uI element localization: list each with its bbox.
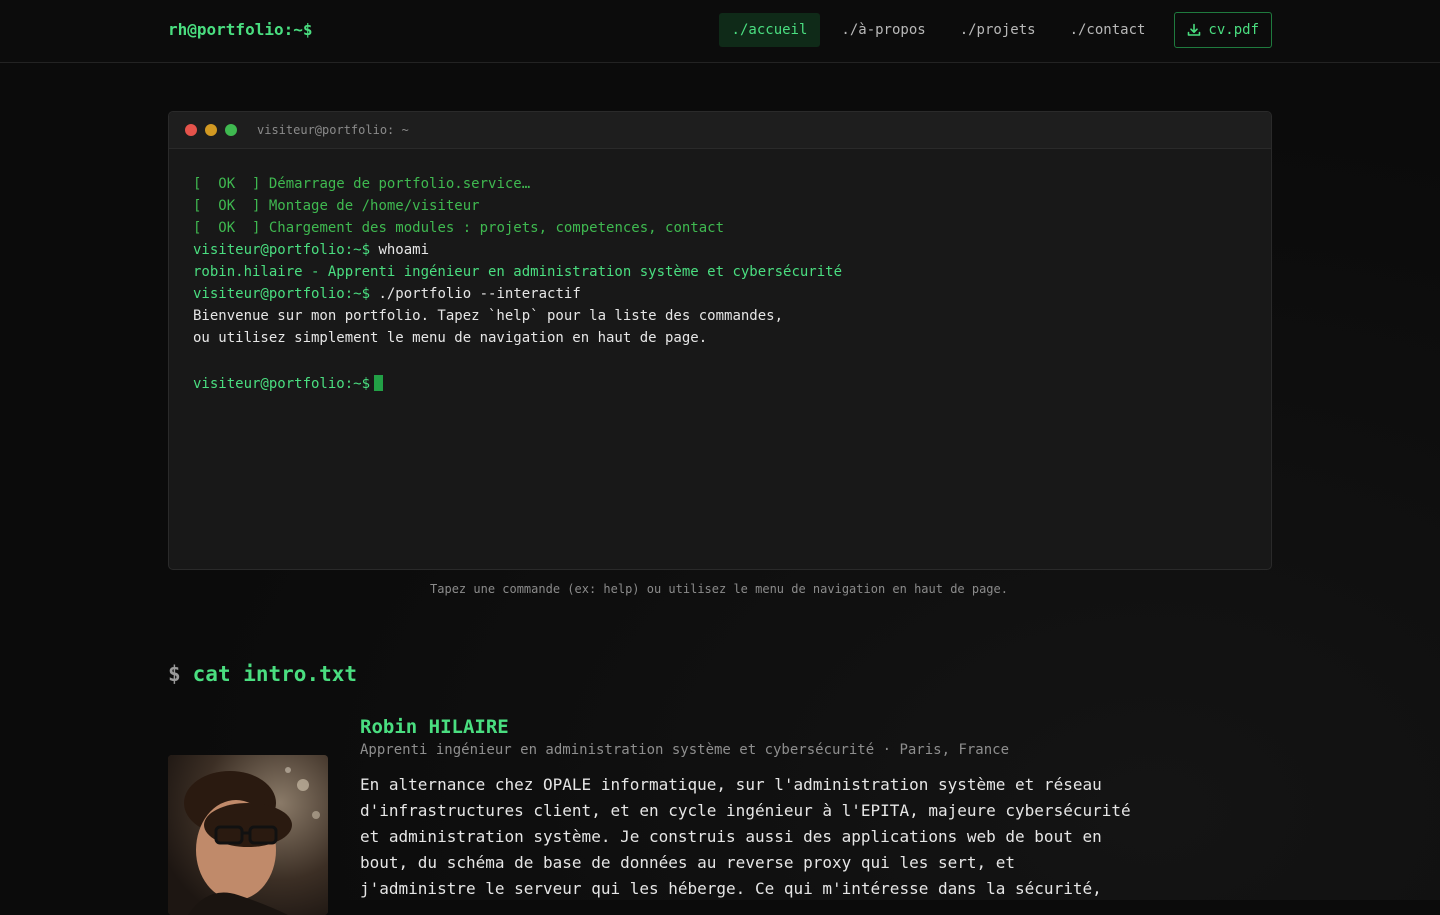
cv-download-button[interactable]: cv.pdf xyxy=(1174,12,1272,48)
nav-item-accueil[interactable]: ./accueil xyxy=(718,13,821,47)
maximize-window-dot[interactable] xyxy=(225,124,237,136)
bio-line: bout, du schéma de base de données au re… xyxy=(360,853,1016,872)
command-output: robin.hilaire - Apprenti ingénieur en ad… xyxy=(193,264,843,280)
cv-download-label: cv.pdf xyxy=(1208,22,1259,38)
command-line: visiteur@portfolio:~$ whoami xyxy=(193,239,1247,261)
bio-line: d'infrastructures client, et en cycle in… xyxy=(360,801,1131,820)
shell-prompt: visiteur@portfolio:~$ xyxy=(193,242,371,258)
prompt-symbol: $ xyxy=(168,662,181,686)
profile-bio: En alternance chez OPALE informatique, s… xyxy=(360,772,1140,902)
profile-subtitle: Apprenti ingénieur en administration sys… xyxy=(360,742,1010,758)
minimize-window-dot[interactable] xyxy=(205,124,217,136)
main-nav: ./accueil ./à-propos ./projets ./contact… xyxy=(718,12,1272,48)
command-text: ./portfolio --interactif xyxy=(378,286,581,302)
nav-item-a-propos[interactable]: ./à-propos xyxy=(828,13,938,47)
terminal-output: [ OK ] Démarrage de portfolio.service… [… xyxy=(169,149,1271,419)
command-output: ou utilisez simplement le menu de naviga… xyxy=(193,330,708,346)
bio-line: et administration système. Je construis … xyxy=(360,827,1102,846)
terminal-title: visiteur@portfolio: ~ xyxy=(257,123,409,137)
section-title: $ cat intro.txt xyxy=(168,662,357,686)
profile-intro: Robin HILAIRE Apprenti ingénieur en admi… xyxy=(360,716,1160,902)
nav-item-contact[interactable]: ./contact xyxy=(1057,13,1159,47)
terminal-hint: Tapez une commande (ex: help) ou utilise… xyxy=(430,582,1008,596)
avatar xyxy=(168,755,328,915)
terminal-cursor[interactable] xyxy=(374,375,384,391)
section-command: cat intro.txt xyxy=(192,662,358,686)
profile-name: Robin HILAIRE xyxy=(360,716,509,738)
bio-line: j'administre le serveur qui les héberge.… xyxy=(360,879,1102,898)
brand-logo[interactable]: rh@portfolio:~$ xyxy=(168,20,313,39)
bio-line: En alternance chez OPALE informatique, s… xyxy=(360,775,1102,794)
terminal-titlebar: visiteur@portfolio: ~ xyxy=(169,112,1271,149)
terminal-window[interactable]: visiteur@portfolio: ~ [ OK ] Démarrage d… xyxy=(168,111,1272,570)
command-output: Bienvenue sur mon portfolio. Tapez `help… xyxy=(193,308,784,324)
nav-item-projets[interactable]: ./projets xyxy=(947,13,1049,47)
download-icon xyxy=(1187,23,1201,37)
input-line[interactable]: visiteur@portfolio:~$ xyxy=(193,373,1247,395)
boot-line: [ OK ] Chargement des modules : projets,… xyxy=(193,220,725,236)
boot-line: [ OK ] Montage de /home/visiteur xyxy=(193,198,480,214)
shell-prompt: visiteur@portfolio:~$ xyxy=(193,376,371,392)
shell-prompt: visiteur@portfolio:~$ xyxy=(193,286,371,302)
top-navbar: rh@portfolio:~$ ./accueil ./à-propos ./p… xyxy=(0,0,1440,63)
command-line: visiteur@portfolio:~$ ./portfolio --inte… xyxy=(193,283,1247,305)
boot-line: [ OK ] Démarrage de portfolio.service… xyxy=(193,176,531,192)
command-text: whoami xyxy=(378,242,430,258)
close-window-dot[interactable] xyxy=(185,124,197,136)
